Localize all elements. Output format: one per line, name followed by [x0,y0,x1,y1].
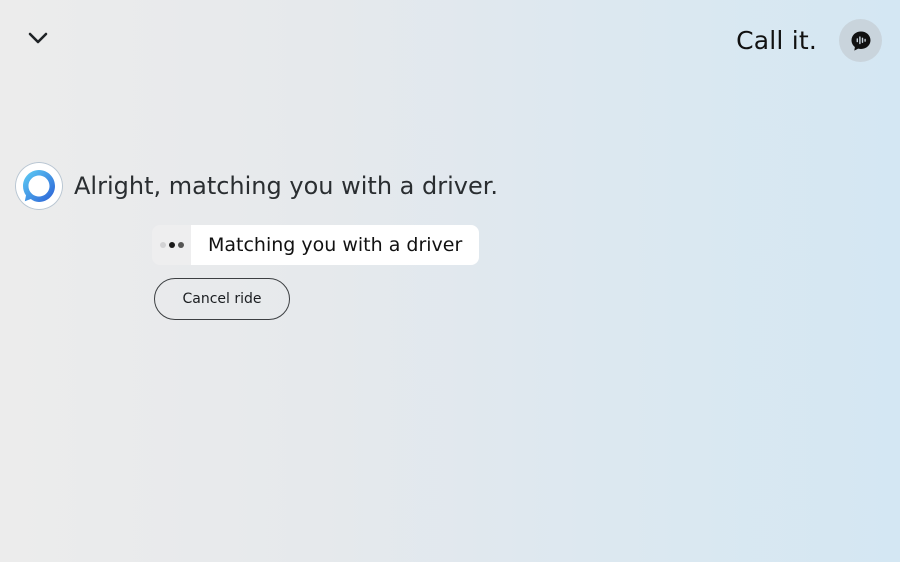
alexa-ring-icon [15,162,63,210]
speech-bubble-waveform-icon [851,31,870,51]
header-right: Call it. [736,19,882,62]
voice-button[interactable] [839,19,882,62]
chevron-down-icon [28,32,48,44]
ride-status-card: Matching you with a driver [152,225,480,265]
user-utterance: Call it. [736,26,817,55]
collapse-button[interactable] [24,26,52,50]
cancel-ride-button[interactable]: Cancel ride [154,278,290,320]
assistant-response-text: Alright, matching you with a driver. [74,172,499,200]
assistant-response-row: Alright, matching you with a driver. [15,162,498,210]
loading-dots-icon [152,225,191,265]
ride-status-label: Matching you with a driver [191,225,480,265]
